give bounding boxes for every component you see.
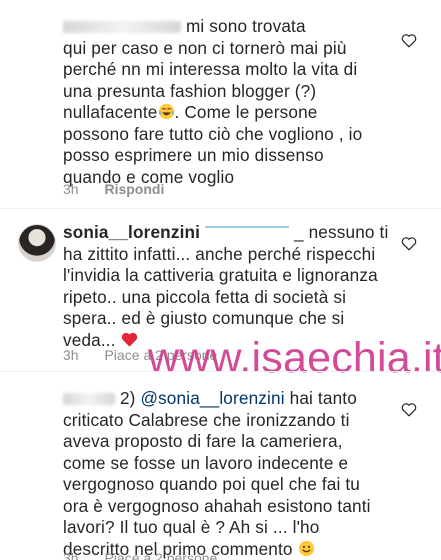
divider [0,208,441,209]
red-heart-emoji [121,332,137,347]
face-with-tears-of-joy-emoji [158,103,174,120]
comment-meta: 3h Rispondi [63,181,164,197]
heart-outline-icon[interactable] [401,402,417,417]
divider [0,371,441,372]
comment-meta: 3h Piace a 2 persone [63,550,217,560]
smiling-face-emoji [298,540,314,556]
comment-text: mi sono trovata qui per caso e non ci to… [63,16,363,187]
reply-button[interactable]: Rispondi [104,181,164,197]
timestamp: 3h [63,347,79,363]
blurred-username [205,226,290,234]
watermark: www.isaechia.it [148,334,441,382]
timestamp: 3h [63,181,79,197]
comment-text: sonia__lorenzini _ nessuno ti ha zittito… [63,222,389,350]
blurred-username [63,21,181,34]
timestamp: 3h [63,550,79,560]
avatar[interactable] [18,22,56,60]
heart-outline-icon[interactable] [401,33,417,48]
username-link[interactable]: sonia__lorenzini [63,222,200,242]
comment-text: 2) @sonia__lorenzini hai tanto criticato… [63,388,371,559]
likes-count[interactable]: Piace a 2 persone [104,550,217,560]
avatar[interactable] [18,224,56,262]
mention-link[interactable]: @sonia__lorenzini [140,388,284,408]
avatar[interactable] [18,388,56,426]
heart-outline-icon[interactable] [401,236,417,251]
blurred-username [63,393,115,406]
